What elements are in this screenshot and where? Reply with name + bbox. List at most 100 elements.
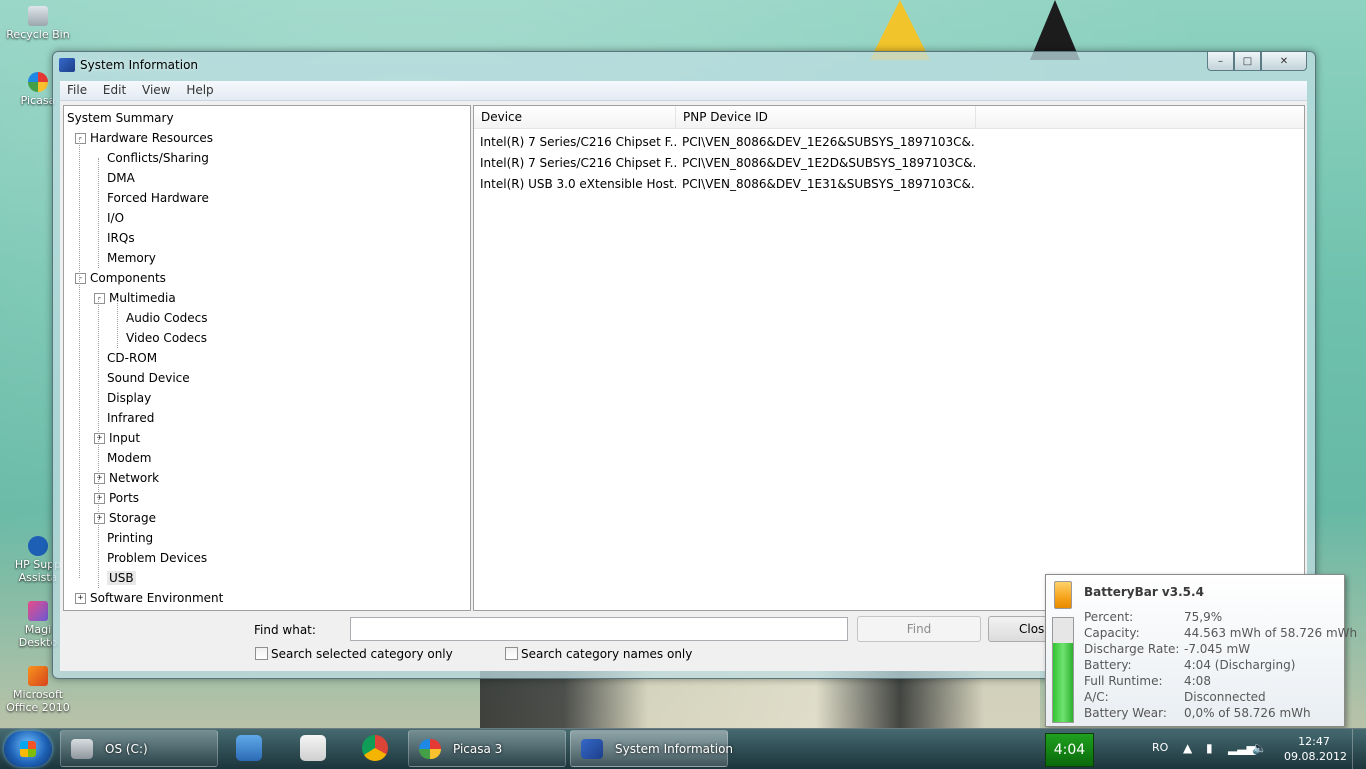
checkbox-label: Search selected category only bbox=[271, 647, 453, 661]
tree-item[interactable]: System Summary bbox=[67, 108, 174, 128]
expand-icon[interactable]: + bbox=[94, 473, 105, 484]
tree-item[interactable]: + Input bbox=[94, 428, 140, 448]
batterybar-popup: BatteryBar v3.5.4 Percent: 75,9% Capacity:… bbox=[1045, 574, 1357, 727]
volume-icon[interactable]: 🔈 bbox=[1252, 741, 1267, 755]
pinned-app-icon[interactable] bbox=[236, 735, 262, 761]
tree-item[interactable]: Display bbox=[94, 388, 151, 408]
tree-item[interactable]: Audio Codecs bbox=[113, 308, 208, 328]
menu-view[interactable]: View bbox=[137, 81, 175, 97]
collapse-icon[interactable]: - bbox=[75, 273, 86, 284]
minimize-button[interactable]: – bbox=[1207, 52, 1234, 71]
checkbox-box[interactable] bbox=[505, 647, 518, 660]
tree-item[interactable]: Video Codecs bbox=[113, 328, 207, 348]
list-row[interactable]: Intel(R) USB 3.0 eXtensible Host... PCI\V… bbox=[474, 174, 1304, 195]
tree-item-label: Storage bbox=[109, 511, 156, 525]
checkbox-label: Search category names only bbox=[521, 647, 693, 661]
clock-time: 12:47 bbox=[1298, 735, 1330, 748]
tree-item[interactable]: - Multimedia bbox=[94, 288, 176, 308]
collapse-icon[interactable]: - bbox=[75, 133, 86, 144]
minimize-icon: – bbox=[1218, 55, 1223, 67]
show-desktop-button[interactable] bbox=[1352, 729, 1366, 769]
tree-item-label: System Summary bbox=[67, 111, 174, 125]
column-header-device[interactable]: Device bbox=[474, 106, 676, 128]
window-title: System Information bbox=[80, 58, 199, 72]
collapse-icon[interactable]: - bbox=[94, 293, 105, 304]
start-button[interactable] bbox=[4, 731, 52, 767]
search-category-names-checkbox[interactable]: Search category names only bbox=[505, 647, 692, 661]
menu-edit[interactable]: Edit bbox=[98, 81, 131, 97]
tree-item[interactable]: Problem Devices bbox=[94, 548, 207, 568]
list-row[interactable]: Intel(R) 7 Series/C216 Chipset F... PCI\V… bbox=[474, 132, 1304, 153]
menu-file[interactable]: File bbox=[62, 81, 92, 97]
batterybar-tray-meter[interactable]: 4:04 bbox=[1045, 733, 1094, 767]
windows-logo-icon bbox=[20, 741, 36, 757]
taskbar-button-label: Picasa 3 bbox=[453, 742, 503, 756]
tree-item-label: Input bbox=[109, 431, 141, 445]
taskbar-button-system-information[interactable]: System Information bbox=[570, 730, 733, 767]
tree-item[interactable]: - Hardware Resources bbox=[75, 128, 213, 148]
chrome-icon[interactable] bbox=[362, 735, 388, 761]
expand-icon[interactable]: + bbox=[75, 593, 86, 604]
title-bar[interactable]: System Information – □ ✕ bbox=[53, 52, 1315, 80]
expand-icon[interactable]: + bbox=[94, 433, 105, 444]
taskbar-button-label: OS (C:) bbox=[105, 742, 148, 756]
tree-item[interactable]: + Storage bbox=[94, 508, 156, 528]
system-information-icon bbox=[581, 739, 603, 759]
tree-item-label: Video Codecs bbox=[126, 331, 208, 345]
taskbar-button-picasa[interactable]: Picasa 3 bbox=[408, 730, 566, 767]
tree-item-label: Modem bbox=[107, 451, 152, 465]
tree-item-label: Conflicts/Sharing bbox=[107, 151, 209, 165]
battery-stat-value: 75,9% bbox=[1184, 610, 1223, 624]
column-header-pnp-device-id[interactable]: PNP Device ID bbox=[676, 106, 976, 128]
taskbar-button-os-c[interactable]: OS (C:) bbox=[60, 730, 218, 767]
tree-item-label: Display bbox=[107, 391, 152, 405]
battery-stat-value: 4:04 (Discharging) bbox=[1184, 658, 1296, 672]
tree-item[interactable]: Modem bbox=[94, 448, 151, 468]
tree-item-label: USB bbox=[107, 571, 136, 585]
tree-item-label: Ports bbox=[109, 491, 140, 505]
expand-icon[interactable]: + bbox=[94, 513, 105, 524]
tree-item[interactable]: + Network bbox=[94, 468, 159, 488]
checkbox-box[interactable] bbox=[255, 647, 268, 660]
category-tree[interactable]: System Summary - Hardware Resources Conflic… bbox=[63, 105, 471, 611]
expand-icon[interactable]: + bbox=[94, 493, 105, 504]
tree-item[interactable]: Forced Hardware bbox=[94, 188, 209, 208]
close-window-button[interactable]: ✕ bbox=[1261, 52, 1307, 71]
tree-item[interactable]: - Components bbox=[75, 268, 166, 288]
tree-item[interactable]: USB bbox=[94, 568, 136, 588]
battery-stat-label: A/C: bbox=[1084, 690, 1109, 704]
clock-date: 09.08.2012 bbox=[1284, 750, 1347, 763]
show-hidden-icons-icon[interactable]: ▲ bbox=[1183, 741, 1192, 755]
find-button[interactable]: Find bbox=[857, 616, 981, 642]
battery-stat-value: -7.045 mW bbox=[1184, 642, 1251, 656]
tree-item[interactable]: + Software Environment bbox=[75, 588, 223, 608]
tree-item[interactable]: DMA bbox=[94, 168, 135, 188]
power-icon[interactable]: ▮ bbox=[1206, 741, 1213, 755]
tree-item[interactable]: Infrared bbox=[94, 408, 154, 428]
tree-item[interactable]: + Ports bbox=[94, 488, 139, 508]
tree-item[interactable]: Conflicts/Sharing bbox=[94, 148, 209, 168]
battery-level-fill bbox=[1053, 643, 1073, 722]
tree-item[interactable]: CD-ROM bbox=[94, 348, 157, 368]
desktop-icon-label: Picasa bbox=[20, 94, 56, 107]
find-what-input[interactable] bbox=[350, 617, 848, 641]
system-information-icon bbox=[59, 58, 75, 72]
battery-stat-label: Discharge Rate: bbox=[1084, 642, 1180, 656]
tree-item[interactable]: Printing bbox=[94, 528, 153, 548]
list-row[interactable]: Intel(R) 7 Series/C216 Chipset F... PCI\V… bbox=[474, 153, 1304, 174]
recycle-bin-icon bbox=[28, 6, 48, 26]
hp-icon[interactable] bbox=[300, 735, 326, 761]
maximize-button[interactable]: □ bbox=[1234, 52, 1261, 71]
taskbar: OS (C:) Picasa 3 System Information 4:04… bbox=[0, 728, 1366, 769]
tree-item[interactable]: IRQs bbox=[94, 228, 135, 248]
search-selected-category-checkbox[interactable]: Search selected category only bbox=[255, 647, 453, 661]
language-indicator[interactable]: RO bbox=[1152, 741, 1168, 754]
tree-item[interactable]: Memory bbox=[94, 248, 156, 268]
tree-item-label: Hardware Resources bbox=[90, 131, 214, 145]
tree-item-label: Infrared bbox=[107, 411, 155, 425]
menu-help[interactable]: Help bbox=[181, 81, 218, 97]
desktop-icon-recycle-bin[interactable]: Recycle Bin bbox=[4, 6, 72, 41]
system-clock[interactable]: 12:47 09.08.2012 bbox=[1284, 734, 1347, 764]
tree-item[interactable]: Sound Device bbox=[94, 368, 190, 388]
details-list[interactable]: Device PNP Device ID Intel(R) 7 Series/C… bbox=[473, 105, 1305, 611]
